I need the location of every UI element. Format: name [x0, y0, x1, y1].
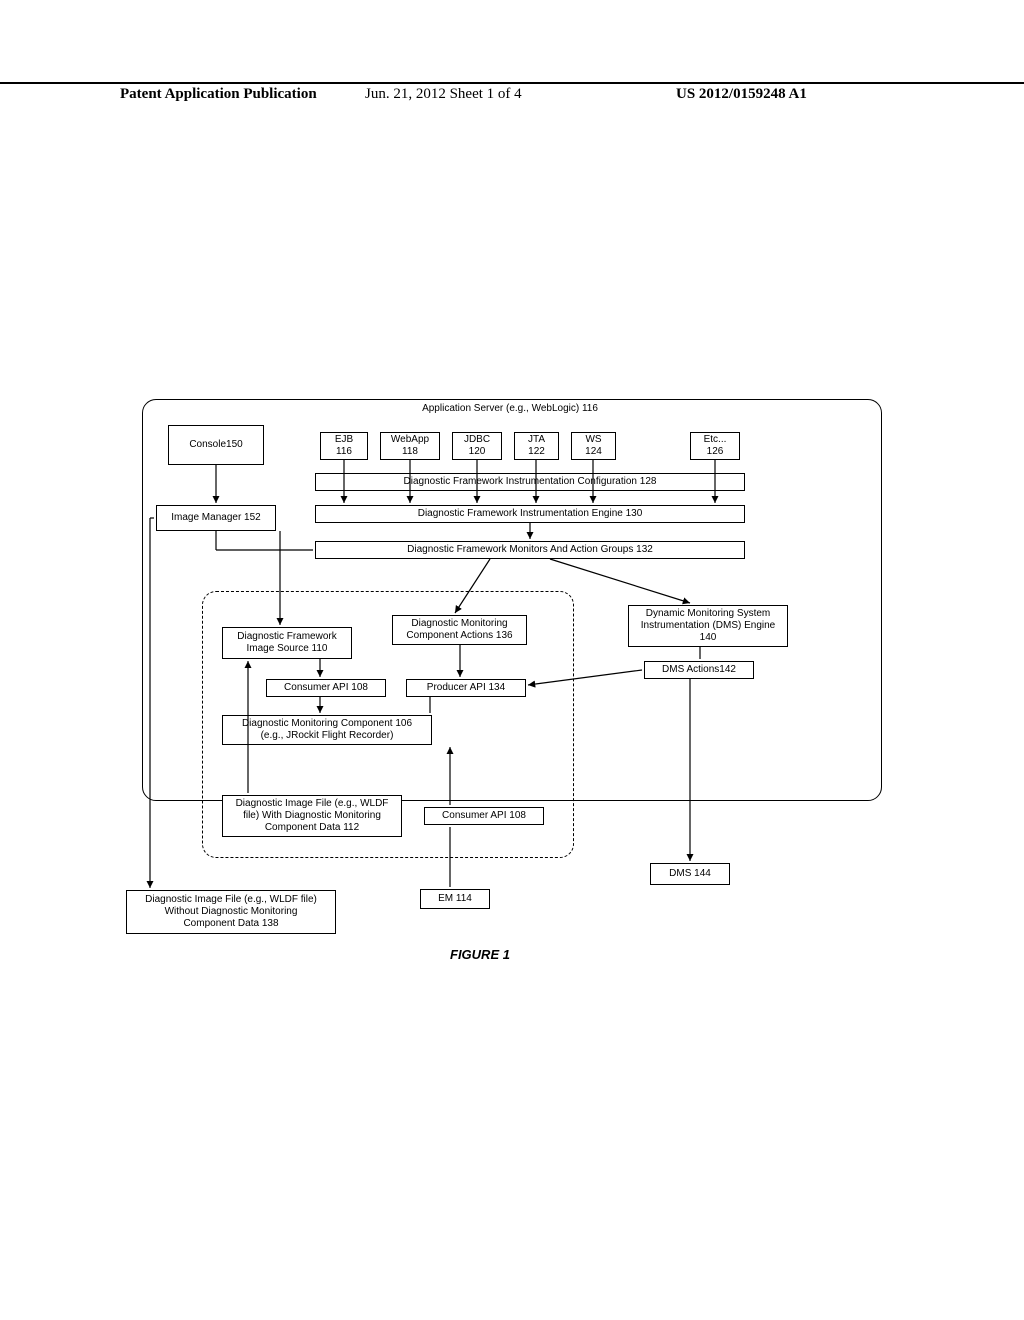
header-right: US 2012/0159248 A1 [676, 86, 807, 103]
diagram-arrows [130, 395, 890, 955]
header-left: Patent Application Publication [120, 86, 317, 103]
header-middle: Jun. 21, 2012 Sheet 1 of 4 [365, 86, 522, 103]
figure-caption: FIGURE 1 [450, 947, 510, 962]
figure-1-diagram: Application Server (e.g., WebLogic) 116 … [130, 395, 890, 955]
header-rule [0, 82, 1024, 84]
